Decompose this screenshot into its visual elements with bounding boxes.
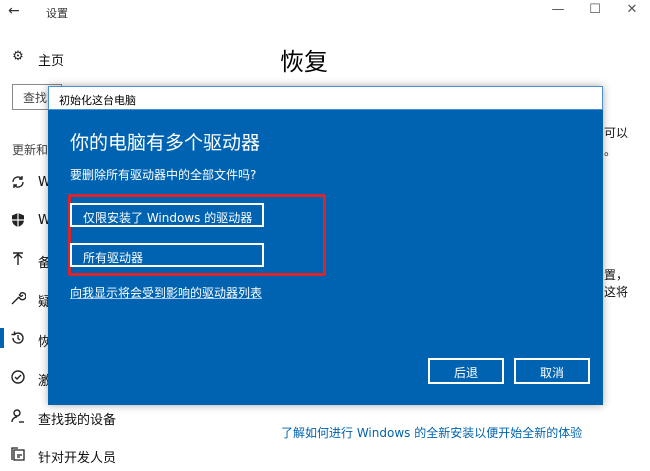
content-text-fragment: 置， — [604, 268, 629, 282]
developer-icon — [10, 446, 26, 462]
window-title: 设置 — [46, 7, 68, 20]
shield-icon — [10, 212, 26, 228]
maximize-icon[interactable]: ☐ — [585, 2, 605, 17]
dialog-titlebar: 初始化这台电脑 — [48, 86, 603, 110]
dialog-title: 初始化这台电脑 — [59, 94, 136, 107]
dialog-question: 要删除所有驱动器中的全部文件吗? — [70, 168, 257, 182]
gear-icon: ⚙ — [12, 49, 24, 64]
sync-icon — [10, 174, 26, 190]
person-search-icon — [10, 408, 26, 424]
minimize-icon[interactable]: — — [548, 2, 568, 17]
all-drives-button[interactable]: 所有驱动器 — [70, 243, 264, 267]
sidebar-item-find-my-device[interactable]: 查找我的设备 — [0, 406, 140, 428]
content-text-fragment: 可以 — [604, 126, 629, 140]
history-icon — [10, 330, 26, 346]
content-text-fragment: 。 — [604, 144, 617, 158]
sidebar-item-windows-update[interactable]: W — [0, 172, 51, 192]
reset-pc-dialog: 初始化这台电脑 你的电脑有多个驱动器 要删除所有驱动器中的全部文件吗? 仅限安装… — [48, 86, 603, 405]
dialog-heading: 你的电脑有多个驱动器 — [70, 132, 261, 154]
sidebar-home-label: 主页 — [38, 54, 65, 69]
check-circle-icon — [10, 369, 26, 385]
window-titlebar: ← 设置 — ☐ ✕ — [0, 0, 650, 24]
clean-install-link[interactable]: 了解如何进行 Windows 的全新安装以便开始全新的体验 — [281, 424, 582, 441]
sidebar-item-activation[interactable]: 激 — [0, 367, 51, 389]
sidebar-item-recovery[interactable]: 恢 — [0, 327, 51, 350]
sidebar-item-troubleshoot[interactable]: 疑 — [0, 288, 51, 310]
cancel-button[interactable]: 取消 — [514, 358, 590, 384]
back-arrow-icon[interactable]: ← — [8, 3, 20, 19]
sidebar-section-label: 更新和 — [12, 143, 49, 157]
sidebar-item-developers[interactable]: 针对开发人员 — [0, 444, 140, 466]
sidebar-item-home[interactable]: ⚙ 主页 — [0, 48, 120, 69]
page-title: 恢复 — [280, 48, 328, 76]
close-icon[interactable]: ✕ — [622, 2, 642, 17]
sidebar-item-label: 针对开发人员 — [38, 451, 117, 466]
back-button[interactable]: 后退 — [428, 358, 504, 384]
sidebar-item-windows-security[interactable]: W — [0, 210, 51, 230]
sidebar-item-backup[interactable]: 备 — [0, 249, 51, 271]
affected-drives-link[interactable]: 向我显示将会受到影响的驱动器列表 — [70, 284, 262, 301]
content-text-fragment: 这将 — [604, 285, 629, 299]
upload-icon — [10, 251, 26, 267]
sidebar-item-label: 查找我的设备 — [38, 413, 117, 428]
only-windows-drive-button[interactable]: 仅限安装了 Windows 的驱动器 — [70, 203, 264, 227]
wrench-icon — [10, 290, 27, 306]
